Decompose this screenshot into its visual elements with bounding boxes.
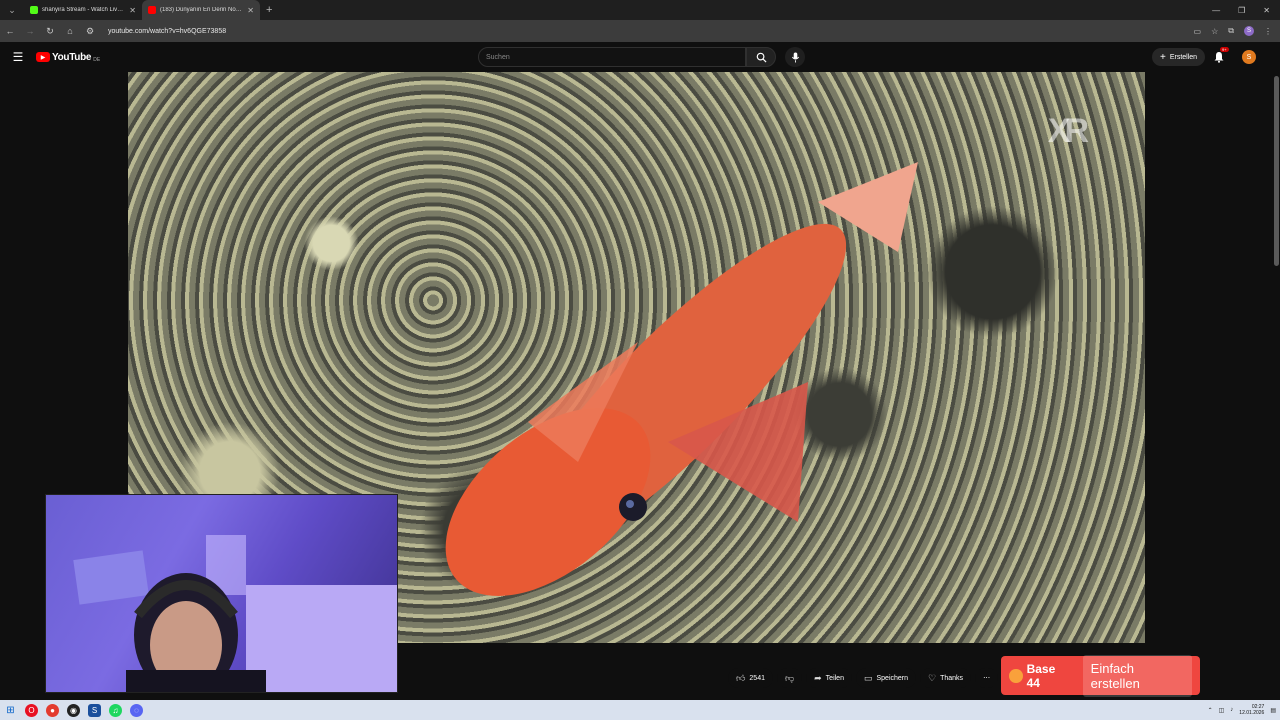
bookmark-icon: ▭ bbox=[863, 672, 873, 683]
reload-icon[interactable]: ↻ bbox=[44, 26, 56, 37]
share-label: Teilen bbox=[825, 674, 844, 682]
bell-icon bbox=[1214, 52, 1224, 63]
ad-brand: Base 44 bbox=[1026, 661, 1056, 690]
plus-icon: + bbox=[1160, 51, 1166, 63]
bookmark-star-icon[interactable]: ☆ bbox=[1211, 27, 1218, 36]
share-arrow-icon: ➦ bbox=[814, 672, 822, 683]
discord-icon[interactable]: ◌ bbox=[130, 703, 143, 717]
search-input[interactable]: Suchen bbox=[478, 47, 746, 67]
spotify-icon[interactable]: ♫ bbox=[109, 703, 122, 717]
thumbs-up-icon: 👍︎ bbox=[736, 672, 746, 683]
guide-menu-icon[interactable]: ☰ bbox=[0, 50, 36, 64]
search-button[interactable] bbox=[746, 47, 776, 67]
browser-tab-strip: ⌄ shanyira Stream - Watch Live o ✕ (183)… bbox=[0, 0, 1280, 20]
url-field[interactable]: youtube.com/watch?v=hv6QGE73858 bbox=[108, 28, 226, 35]
network-icon[interactable]: ◫ bbox=[1219, 707, 1225, 714]
minimize-icon[interactable]: — bbox=[1212, 6, 1220, 15]
profile-avatar[interactable]: S bbox=[1244, 26, 1254, 36]
forward-icon[interactable]: → bbox=[24, 26, 36, 36]
opera-icon[interactable]: O bbox=[25, 703, 38, 717]
video-actions: 👍︎ 2541 👎︎ ➦ Teilen ▭ Speichern ♡ Thanks… bbox=[728, 667, 999, 689]
country-code: DE bbox=[93, 57, 101, 63]
install-app-icon[interactable]: ▭ bbox=[1194, 27, 1202, 36]
browser-tab-youtube[interactable]: (183) Dünyanın En Derin Nokta ✕ bbox=[142, 0, 260, 20]
taskbar-clock[interactable]: 02:27 12.01.2026 bbox=[1239, 704, 1264, 716]
more-actions-button[interactable]: ⋯ bbox=[975, 668, 999, 688]
search-icon bbox=[756, 52, 767, 63]
webcam-overlay bbox=[45, 494, 398, 693]
tab-title: (183) Dünyanın En Derin Nokta bbox=[160, 7, 244, 13]
restore-icon[interactable]: ❐ bbox=[1238, 6, 1245, 15]
back-icon[interactable]: ← bbox=[4, 26, 16, 36]
youtube-logo[interactable]: ▶ YouTube DE bbox=[36, 51, 100, 63]
close-window-icon[interactable]: ✕ bbox=[1263, 6, 1270, 15]
chrome-icon[interactable]: ● bbox=[46, 703, 59, 717]
voice-search-button[interactable] bbox=[785, 47, 805, 67]
search-placeholder: Suchen bbox=[486, 53, 510, 61]
super-thanks-icon: ♡ bbox=[928, 672, 937, 683]
close-tab-icon[interactable]: ✕ bbox=[247, 6, 254, 15]
thanks-label: Thanks bbox=[940, 674, 964, 682]
youtube-favicon-icon bbox=[148, 6, 156, 14]
new-tab-button[interactable]: + bbox=[260, 0, 278, 20]
steam-icon[interactable]: S bbox=[88, 703, 101, 717]
account-avatar[interactable]: S bbox=[1242, 50, 1256, 64]
browser-toolbar-actions: ▭ ☆ ⧉ S ⋮ bbox=[1194, 26, 1276, 36]
like-count: 2541 bbox=[749, 674, 765, 682]
thumbs-down-icon: 👎︎ bbox=[784, 672, 795, 683]
ad-banner[interactable]: Base 44 Einfach erstellen bbox=[1001, 654, 1200, 697]
window-controls: — ❐ ✕ bbox=[1202, 0, 1280, 20]
youtube-masthead: ☰ ▶ YouTube DE Suchen + Erstellen 9+ S bbox=[0, 42, 1280, 72]
tab-search-button[interactable]: ⌄ bbox=[4, 2, 20, 18]
windows-taskbar: ⊞ O ● ◉ S ♫ ◌ ⌃ ◫ ♪ 02:27 12.01.2026 ▤ bbox=[0, 700, 1280, 720]
create-label: Erstellen bbox=[1169, 53, 1198, 61]
video-frame-fish bbox=[445, 162, 918, 596]
notification-badge: 9+ bbox=[1220, 47, 1229, 52]
streamer-webcam-image bbox=[73, 535, 397, 692]
share-button[interactable]: ➦ Teilen bbox=[806, 668, 852, 688]
save-button[interactable]: ▭ Speichern bbox=[855, 668, 917, 688]
site-info-icon[interactable]: ⚙ bbox=[84, 26, 96, 37]
close-tab-icon[interactable]: ✕ bbox=[129, 6, 136, 15]
dislike-button[interactable]: 👎︎ bbox=[776, 668, 803, 688]
save-label: Speichern bbox=[876, 674, 909, 682]
channel-watermark: XR bbox=[1047, 112, 1089, 150]
clock-date: 12.01.2026 bbox=[1239, 710, 1265, 716]
windows-start-icon[interactable]: ⊞ bbox=[4, 704, 17, 717]
system-tray: ⌃ ◫ ♪ 02:27 12.01.2026 ▤ bbox=[1208, 704, 1276, 716]
address-bar-row: ← → ↻ ⌂ ⚙ youtube.com/watch?v=hv6QGE7385… bbox=[0, 20, 1280, 42]
like-button[interactable]: 👍︎ 2541 bbox=[728, 668, 773, 688]
tray-chevron-icon[interactable]: ⌃ bbox=[1208, 707, 1213, 714]
volume-icon[interactable]: ♪ bbox=[1230, 707, 1233, 713]
page-scrollbar-thumb[interactable] bbox=[1274, 76, 1279, 266]
youtube-play-icon: ▶ bbox=[36, 52, 50, 62]
extensions-icon[interactable]: ⧉ bbox=[1228, 26, 1234, 36]
youtube-logo-text: YouTube bbox=[52, 51, 92, 63]
more-icon: ⋯ bbox=[983, 675, 991, 682]
obs-icon[interactable]: ◉ bbox=[67, 703, 80, 717]
notification-center-icon[interactable]: ▤ bbox=[1270, 707, 1276, 714]
microphone-icon bbox=[791, 52, 799, 62]
home-icon[interactable]: ⌂ bbox=[64, 26, 76, 36]
kick-favicon-icon bbox=[30, 6, 38, 14]
tab-title: shanyira Stream - Watch Live o bbox=[42, 7, 126, 13]
browser-tab-kick[interactable]: shanyira Stream - Watch Live o ✕ bbox=[24, 0, 142, 20]
browser-menu-icon[interactable]: ⋮ bbox=[1264, 27, 1272, 36]
ad-cta[interactable]: Einfach erstellen bbox=[1082, 654, 1192, 697]
notifications-button[interactable]: 9+ bbox=[1213, 47, 1229, 64]
thanks-button[interactable]: ♡ Thanks bbox=[920, 668, 972, 688]
create-button[interactable]: + Erstellen bbox=[1152, 48, 1206, 66]
base44-logo-icon bbox=[1009, 668, 1023, 683]
